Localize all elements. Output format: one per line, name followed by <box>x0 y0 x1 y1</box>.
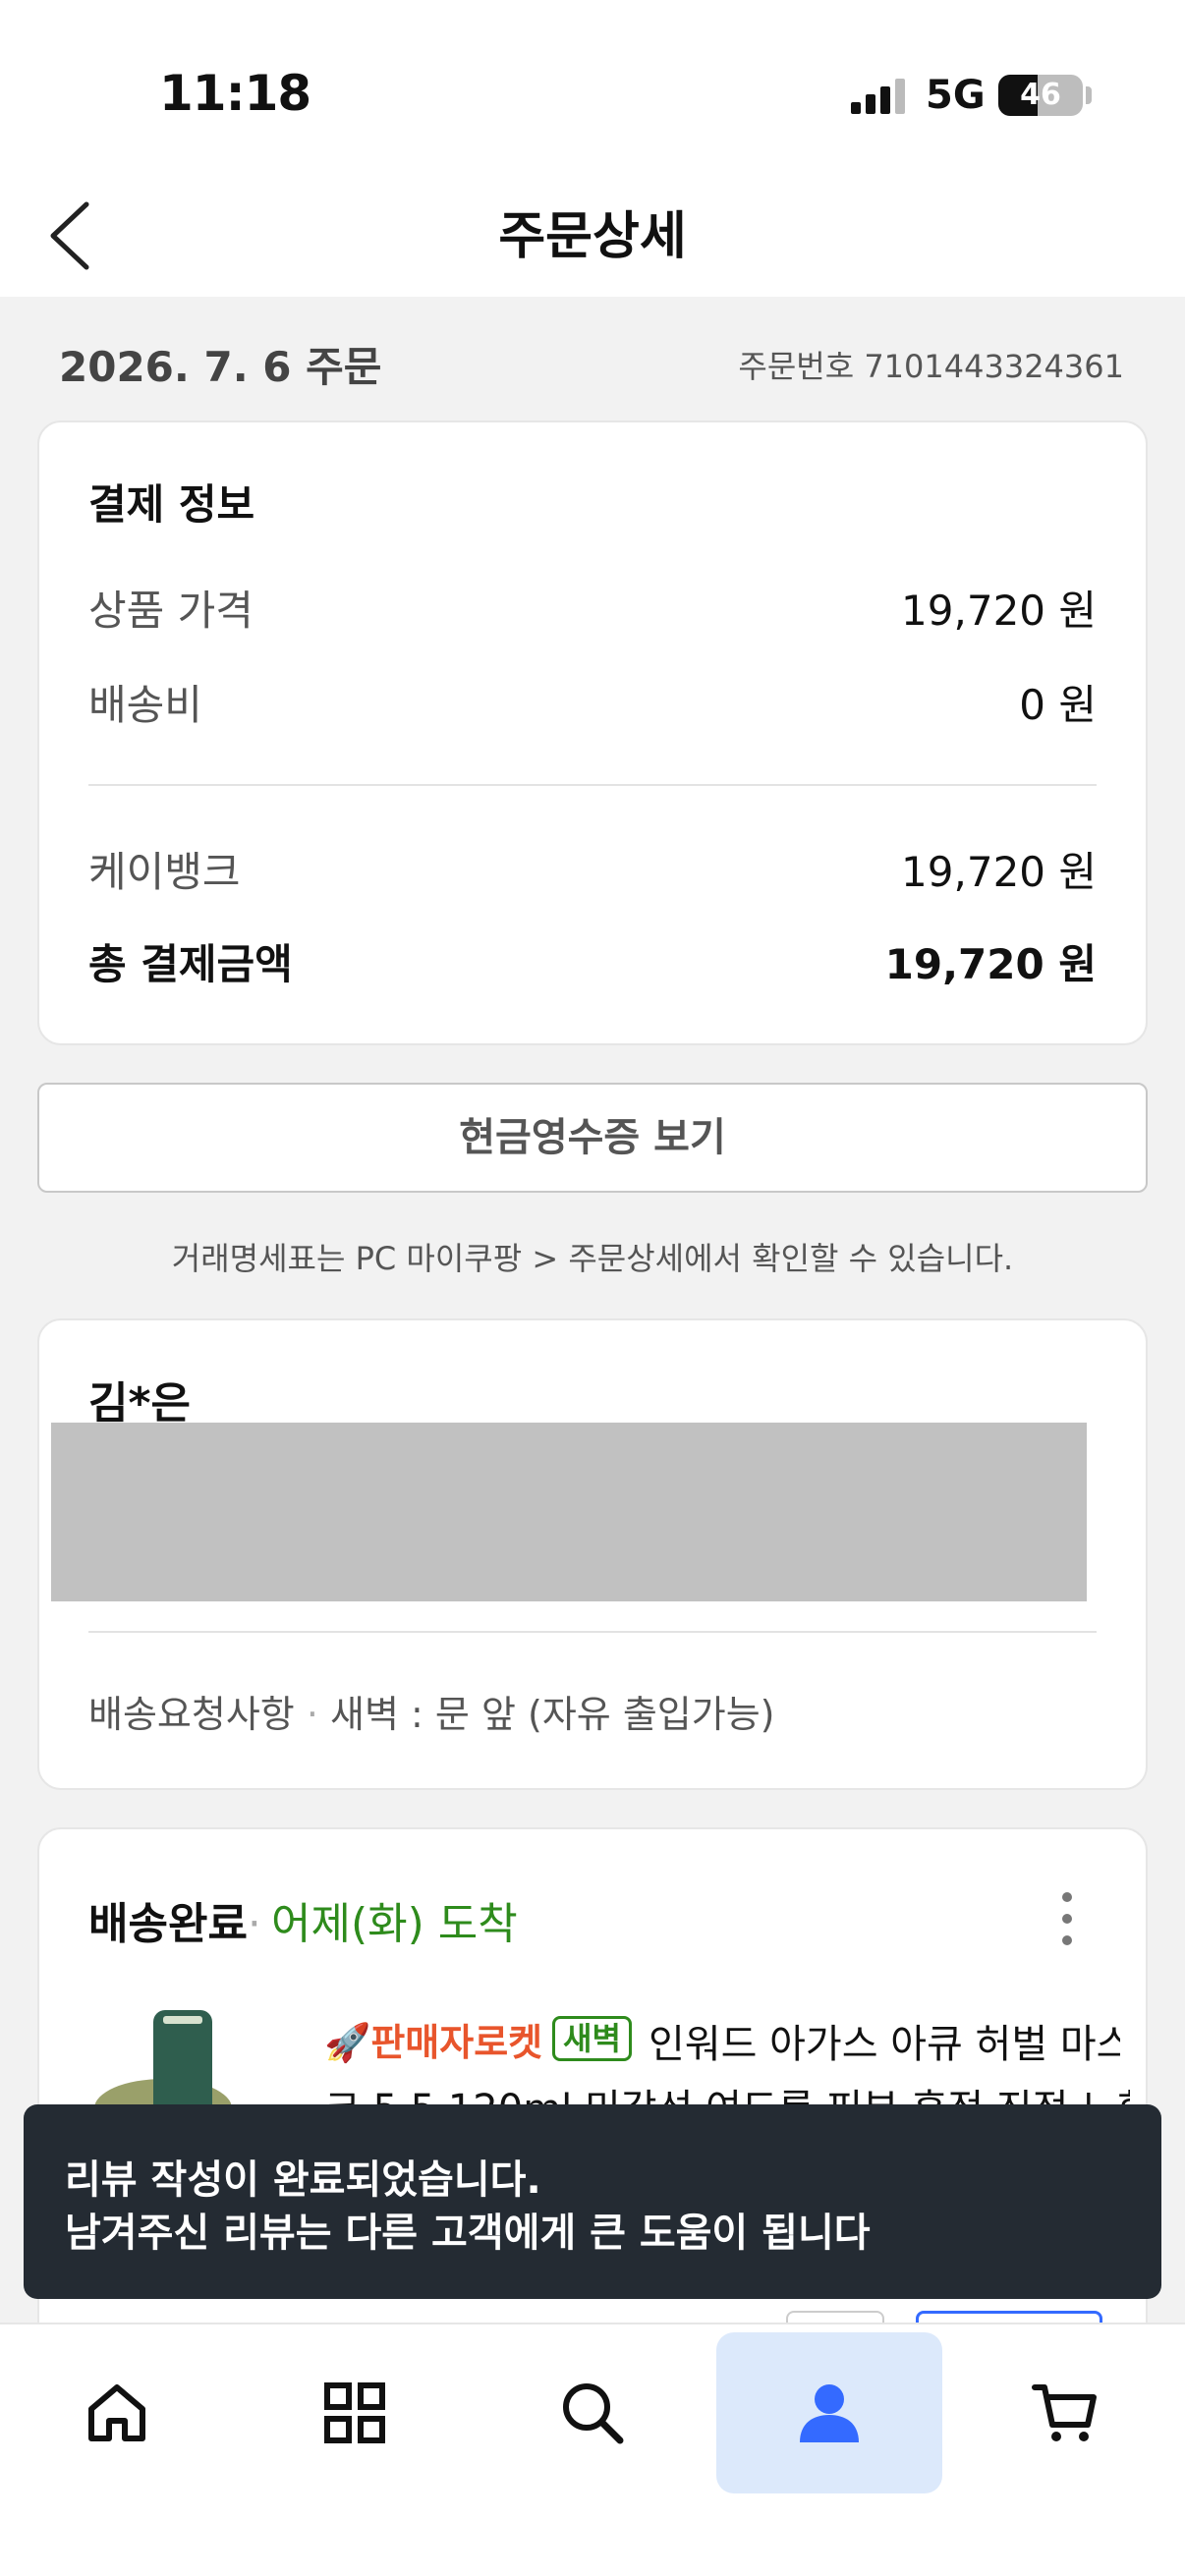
battery-icon: 46 <box>998 75 1083 116</box>
more-options-button[interactable] <box>1057 1892 1077 1947</box>
battery-cap <box>1086 86 1092 104</box>
payment-method-label: 케이뱅크 <box>88 848 241 896</box>
shipping-address-card: 김*은 배송요청사항 · 새벽 : 문 앞 (자유 출입가능) <box>37 1318 1148 1790</box>
delivery-request-value: 새벽 : 문 앞 (자유 출입가능) <box>330 1693 775 1736</box>
payment-info-card: 결제 정보 상품 가격 19,720 원 배송비 0 원 케이뱅크 19,720… <box>37 420 1148 1045</box>
back-button[interactable] <box>39 196 108 275</box>
delivery-request-label: 배송요청사항 <box>88 1693 295 1736</box>
delivery-status: 배송완료· <box>88 1888 261 1951</box>
cash-receipt-button[interactable]: 현금영수증 보기 <box>37 1083 1148 1193</box>
statement-notice: 거래명세표는 PC 마이쿠팡 > 주문상세에서 확인할 수 있습니다. <box>171 1240 1014 1277</box>
search-icon <box>563 2383 624 2444</box>
my-page-person-icon <box>800 2384 859 2442</box>
delivery-status-separator: · <box>247 1899 261 1949</box>
seller-rocket-label: 판매자로켓 <box>370 2021 543 2064</box>
tab-category[interactable] <box>242 2332 468 2493</box>
shipping-fee-value: 0 원 <box>1019 681 1097 729</box>
review-complete-toast: 리뷰 작성이 완료되었습니다. 남겨주신 리뷰는 다른 고객에게 큰 도움이 됩… <box>24 2104 1161 2299</box>
redacted-address <box>51 1423 1087 1601</box>
payment-method-value: 19,720 원 <box>901 848 1097 896</box>
cart-icon <box>1032 2384 1097 2441</box>
battery-percentage: 46 <box>1020 78 1061 112</box>
address-divider <box>88 1631 1097 1633</box>
tab-my-page[interactable] <box>716 2332 942 2493</box>
seller-rocket-badge: 🚀판매자로켓 <box>324 2012 542 2066</box>
network-type: 5G <box>926 73 986 118</box>
delivery-request-separator: · <box>306 1693 318 1736</box>
product-name[interactable]: 인워드 아가스 아큐 허벌 마스 <box>649 2012 1120 2069</box>
delivery-request: 배송요청사항 · 새벽 : 문 앞 (자유 출입가능) <box>88 1684 775 1738</box>
home-icon <box>88 2384 145 2441</box>
total-payment-value: 19,720 원 <box>884 940 1097 988</box>
product-price-label: 상품 가격 <box>88 587 254 635</box>
delivery-status-label: 배송완료 <box>88 1899 248 1949</box>
page-title: 주문상세 <box>498 207 687 266</box>
tab-search[interactable] <box>480 2332 705 2493</box>
toast-line-2: 남겨주신 리뷰는 다른 고객에게 큰 도움이 됩니다 <box>65 2211 871 2256</box>
arrival-date: 어제(화) 도착 <box>271 1899 518 1949</box>
payment-divider <box>88 784 1097 786</box>
toast-line-1: 리뷰 작성이 완료되었습니다. <box>65 2157 541 2203</box>
order-date: 2026. 7. 6 주문 <box>59 343 382 391</box>
tab-home[interactable] <box>4 2332 230 2493</box>
tab-cart[interactable] <box>953 2332 1179 2493</box>
category-grid-icon <box>324 2382 385 2443</box>
status-bar: 11:18 5G 46 <box>0 0 1185 177</box>
rocket-icon: 🚀 <box>324 2021 371 2064</box>
dawn-delivery-badge: 새벽 <box>552 2016 632 2061</box>
shipping-fee-label: 배송비 <box>88 681 202 729</box>
bottom-tab-bar <box>0 2323 1185 2576</box>
product-price-value: 19,720 원 <box>901 587 1097 635</box>
chevron-left-icon <box>50 201 89 270</box>
order-number: 주문번호 7101443324361 <box>738 348 1124 385</box>
nav-header: 주문상세 <box>0 177 1185 297</box>
total-payment-label: 총 결제금액 <box>88 940 293 988</box>
status-time: 11:18 <box>159 65 311 122</box>
payment-info-title: 결제 정보 <box>88 480 255 529</box>
recipient-name: 김*은 <box>88 1378 191 1428</box>
cellular-signal-icon <box>851 79 906 114</box>
